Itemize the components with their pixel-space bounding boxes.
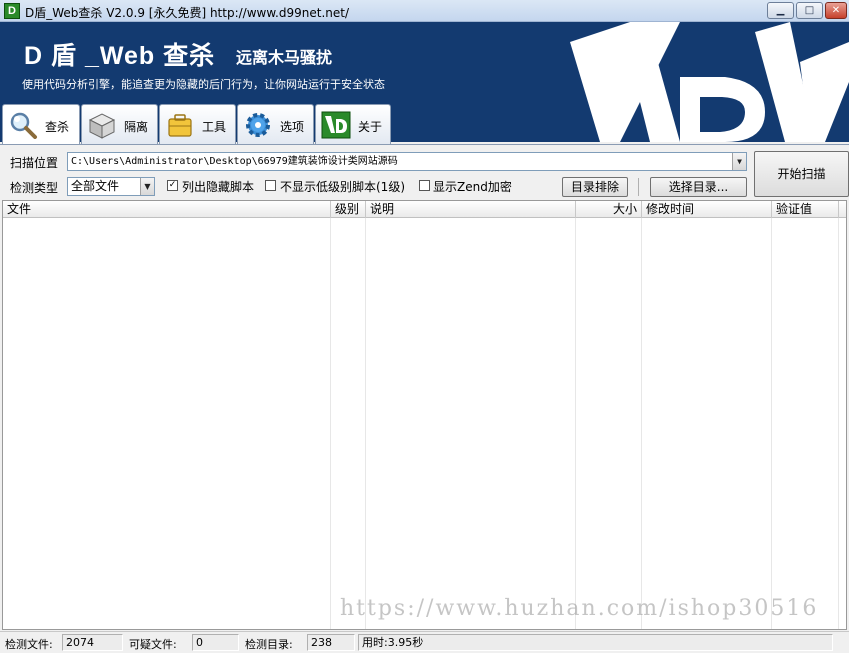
tab-quarantine-label: 隔离: [124, 120, 149, 134]
column-divider: [365, 218, 366, 629]
elapsed-time: 用时:3.95秒: [358, 634, 833, 651]
tab-about[interactable]: 关于: [315, 104, 391, 144]
files-checked-label: 检测文件:: [5, 638, 53, 651]
column-divider: [575, 218, 576, 629]
minimize-button[interactable]: ▁: [767, 2, 794, 19]
column-divider: [641, 218, 642, 629]
dirs-checked-label: 检测目录:: [245, 638, 293, 651]
column-header-checksum[interactable]: 验证值: [772, 201, 839, 218]
table-body: [3, 218, 846, 629]
suspicious-files-value: 0: [192, 634, 239, 651]
scan-options-panel: 扫描位置 C:\Users\Administrator\Desktop\6697…: [0, 144, 849, 200]
box-icon: [88, 113, 116, 139]
tab-tools-label: 工具: [202, 120, 227, 134]
tab-options-label: 选项: [280, 120, 305, 134]
hidden-scripts-label[interactable]: 列出隐藏脚本: [182, 178, 254, 195]
table-header: 文件 级别 说明 大小 修改时间 验证值: [3, 201, 846, 218]
tab-options[interactable]: 选项: [237, 104, 314, 144]
tab-about-label: 关于: [358, 120, 383, 134]
window-title: D盾_Web查杀 V2.0.9 [永久免费] http://www.d99net…: [25, 6, 350, 20]
scan-location-label: 扫描位置: [10, 156, 59, 170]
maximize-button[interactable]: □: [796, 2, 823, 19]
column-divider: [330, 218, 331, 629]
banner-slogan: 远离木马骚扰: [236, 48, 333, 67]
chevron-down-icon[interactable]: ▼: [732, 153, 746, 170]
show-zend-checkbox[interactable]: [419, 180, 430, 191]
close-button[interactable]: ✕: [825, 2, 847, 19]
suspicious-files-label: 可疑文件:: [129, 638, 177, 651]
column-header-size[interactable]: 大小: [576, 201, 642, 218]
chevron-down-icon[interactable]: ▼: [140, 178, 154, 195]
toolbar-separator: [638, 178, 639, 196]
magnifier-icon: [10, 112, 37, 139]
column-header-modified[interactable]: 修改时间: [642, 201, 772, 218]
app-icon: D: [4, 3, 20, 19]
tab-scan-label: 查杀: [45, 120, 70, 134]
gear-icon: [246, 113, 270, 137]
choose-dir-button[interactable]: 选择目录...: [650, 177, 747, 197]
status-bar: 检测文件: 2074 可疑文件: 0 检测目录: 238 用时:3.95秒: [0, 631, 849, 653]
column-divider: [771, 218, 772, 629]
column-divider: [838, 218, 839, 629]
column-header-file[interactable]: 文件: [3, 201, 331, 218]
banner-title: D 盾 _Web 查杀: [24, 42, 216, 70]
banner-subtitle: 使用代码分析引擎，能追查更为隐藏的后门行为，让你网站运行于安全状态: [22, 78, 385, 91]
dirs-checked-value: 238: [307, 634, 355, 651]
hide-low-level-checkbox[interactable]: [265, 180, 276, 191]
column-header-description[interactable]: 说明: [366, 201, 576, 218]
tab-tools[interactable]: 工具: [159, 104, 236, 144]
briefcase-icon: [168, 114, 192, 137]
tab-scan[interactable]: 查杀: [2, 104, 80, 145]
d-shield-logo-icon: [570, 22, 849, 142]
hidden-scripts-checkbox[interactable]: ✓: [167, 180, 178, 191]
files-checked-value: 2074: [62, 634, 123, 651]
scan-type-label: 检测类型: [10, 181, 59, 195]
scan-type-select[interactable]: 全部文件 ▼: [67, 177, 155, 196]
scan-location-combo[interactable]: C:\Users\Administrator\Desktop\66979建筑装饰…: [67, 152, 747, 171]
start-scan-button[interactable]: 开始扫描: [754, 151, 849, 197]
exclude-dirs-button[interactable]: 目录排除: [562, 177, 628, 197]
show-zend-label[interactable]: 显示Zend加密: [433, 178, 512, 195]
hide-low-level-label[interactable]: 不显示低级别脚本(1级): [280, 178, 405, 195]
watermark-text: https://www.huzhan.com/ishop30516: [340, 596, 819, 621]
title-bar: D D盾_Web查杀 V2.0.9 [永久免费] http://www.d99n…: [0, 0, 849, 22]
scan-location-value: C:\Users\Administrator\Desktop\66979建筑装饰…: [71, 156, 398, 167]
column-header-level[interactable]: 级别: [331, 201, 366, 218]
scan-type-value: 全部文件: [71, 179, 120, 193]
tab-quarantine[interactable]: 隔离: [81, 104, 158, 144]
d-logo-icon: [321, 111, 351, 139]
results-table[interactable]: 文件 级别 说明 大小 修改时间 验证值: [2, 200, 847, 630]
